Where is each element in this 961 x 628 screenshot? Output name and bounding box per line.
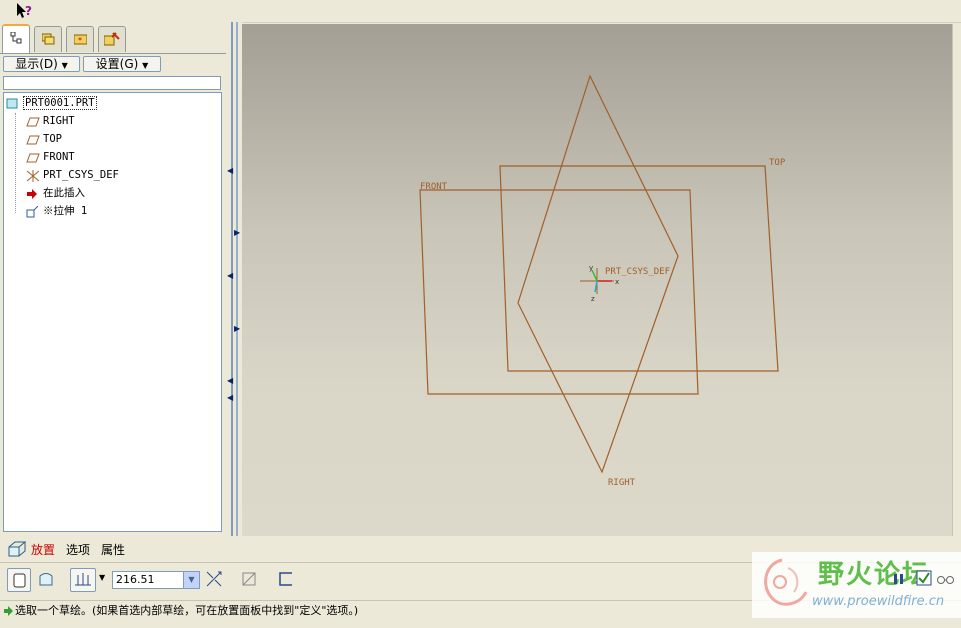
extrude-feature-icon: [8, 541, 27, 560]
viewport-canvas: FRONT TOP RIGHT PRT_CSYS_DEF x y z: [419, 74, 786, 488]
flip-direction-button[interactable]: [203, 568, 227, 592]
combo-dropdown-icon[interactable]: ▼: [183, 572, 199, 588]
solid-icon: [13, 573, 26, 588]
caret-down-icon: ▼: [142, 61, 149, 70]
y-axis-label: y: [589, 264, 593, 272]
accept-button[interactable]: [916, 570, 932, 586]
extrude-icon: [26, 205, 40, 218]
splitter-bar: [236, 22, 238, 536]
settings-menu-label: 设置(G): [95, 57, 139, 71]
tools-icon: [104, 32, 120, 46]
show-menu-label: 显示(D): [15, 57, 58, 71]
tree-item-label: RIGHT: [43, 115, 75, 127]
tab-placement[interactable]: 放置: [31, 541, 55, 558]
folder-browser-tab[interactable]: [34, 26, 62, 52]
connections-tab[interactable]: [98, 26, 126, 52]
datum-plane-icon: [26, 134, 40, 145]
status-arrow-icon: [3, 601, 15, 628]
top-toolbar: ?: [0, 0, 961, 23]
collapse-arrow-icon[interactable]: ◀: [227, 167, 233, 175]
top-plane-label: TOP: [769, 158, 786, 168]
blind-depth-icon: [75, 573, 91, 586]
datum-plane-icon: [26, 152, 40, 163]
tree-item-insert-here[interactable]: 在此插入: [26, 185, 85, 201]
tab-options[interactable]: 选项: [66, 541, 90, 558]
collapse-arrow-icon[interactable]: ◀: [227, 272, 233, 280]
tree-item-label: ※拉伸 1: [43, 205, 88, 217]
forum-title: 野火论坛: [818, 560, 931, 590]
solid-extrude-button[interactable]: [7, 568, 31, 592]
x-axis-label: x: [615, 278, 619, 286]
model-tree-tab[interactable]: [2, 24, 30, 53]
whats-this-arrow-icon[interactable]: ?: [14, 2, 36, 20]
csys-label: PRT_CSYS_DEF: [605, 267, 670, 277]
tree-item-label: 在此插入: [43, 187, 85, 199]
front-datum-plane[interactable]: [419, 189, 699, 395]
expand-arrow-icon[interactable]: ▶: [234, 325, 240, 333]
settings-menu-button[interactable]: 设置(G) ▼: [83, 56, 161, 72]
tree-filter-field[interactable]: [3, 76, 221, 90]
tree-item-right[interactable]: RIGHT: [26, 113, 75, 129]
front-plane-label: FRONT: [420, 182, 448, 192]
folders-icon: [42, 33, 55, 45]
svg-text:*: *: [78, 36, 82, 45]
right-toolbar-strip: [952, 24, 961, 536]
preview-button[interactable]: [936, 572, 956, 586]
favorites-tab[interactable]: *: [66, 26, 94, 52]
navigator-panel: * 显示(D) ▼ 设置(G) ▼ PRT0001.PRT RIGHT TOP …: [0, 22, 226, 536]
tree-item-front[interactable]: FRONT: [26, 149, 75, 165]
thicken-button[interactable]: [275, 568, 299, 592]
right-plane-label: RIGHT: [608, 478, 636, 488]
tree-item-label: FRONT: [43, 151, 75, 163]
coordinate-system-icon: [26, 170, 40, 182]
depth-value: 216.51: [116, 573, 155, 586]
forum-url: www.proewildfire.cn: [812, 594, 945, 609]
panel-splitter[interactable]: ◀ ▶ ◀ ▶ ◀ ◀: [226, 22, 242, 536]
pause-icon: [894, 574, 903, 584]
tree-icon: [10, 32, 22, 44]
forum-logo: [764, 558, 808, 606]
depth-options-caret-icon[interactable]: ▼: [99, 573, 105, 582]
tree-root[interactable]: PRT0001.PRT: [6, 95, 97, 111]
datum-plane-icon: [26, 116, 40, 127]
show-menu-button[interactable]: 显示(D) ▼: [3, 56, 80, 72]
graphics-window[interactable]: FRONT TOP RIGHT PRT_CSYS_DEF x y z: [242, 24, 952, 536]
insert-arrow-icon: [26, 188, 40, 199]
tree-item-csys[interactable]: PRT_CSYS_DEF: [26, 167, 119, 183]
thicken-icon: [279, 572, 292, 586]
collapse-arrow-icon[interactable]: ◀: [227, 394, 233, 402]
remove-material-button[interactable]: [238, 568, 262, 592]
remove-material-icon: [242, 572, 256, 586]
surface-icon: [39, 573, 53, 586]
model-tree: PRT0001.PRT RIGHT TOP FRONT PRT_CSYS_DEF…: [3, 92, 222, 532]
tab-divider: [0, 53, 226, 54]
forum-watermark: 野火论坛 www.proewildfire.cn: [752, 552, 961, 618]
tree-item-extrude[interactable]: ※拉伸 1: [26, 203, 87, 219]
tree-root-label: PRT0001.PRT: [23, 96, 97, 110]
tree-item-top[interactable]: TOP: [26, 131, 62, 147]
depth-blind-button[interactable]: [70, 568, 96, 592]
check-icon: [916, 570, 932, 586]
tree-connector: [15, 113, 16, 213]
expand-arrow-icon[interactable]: ▶: [234, 229, 240, 237]
glasses-icon: [937, 576, 954, 584]
pause-button[interactable]: [892, 572, 906, 586]
caret-down-icon: ▼: [61, 61, 68, 70]
surface-extrude-button[interactable]: [35, 568, 59, 592]
svg-text:?: ?: [25, 4, 32, 18]
favorites-folder-icon: *: [74, 34, 87, 45]
tab-properties[interactable]: 属性: [101, 541, 125, 558]
tree-item-label: TOP: [43, 133, 62, 145]
z-axis-label: z: [591, 295, 595, 303]
tree-item-label: PRT_CSYS_DEF: [43, 169, 119, 181]
depth-value-combo[interactable]: 216.51 ▼: [112, 571, 200, 589]
part-icon: [6, 98, 20, 109]
collapse-arrow-icon[interactable]: ◀: [227, 377, 233, 385]
status-message: 选取一个草绘。(如果首选内部草绘，可在放置面板中找到"定义"选项。): [15, 604, 359, 617]
flip-direction-icon: [206, 571, 222, 587]
